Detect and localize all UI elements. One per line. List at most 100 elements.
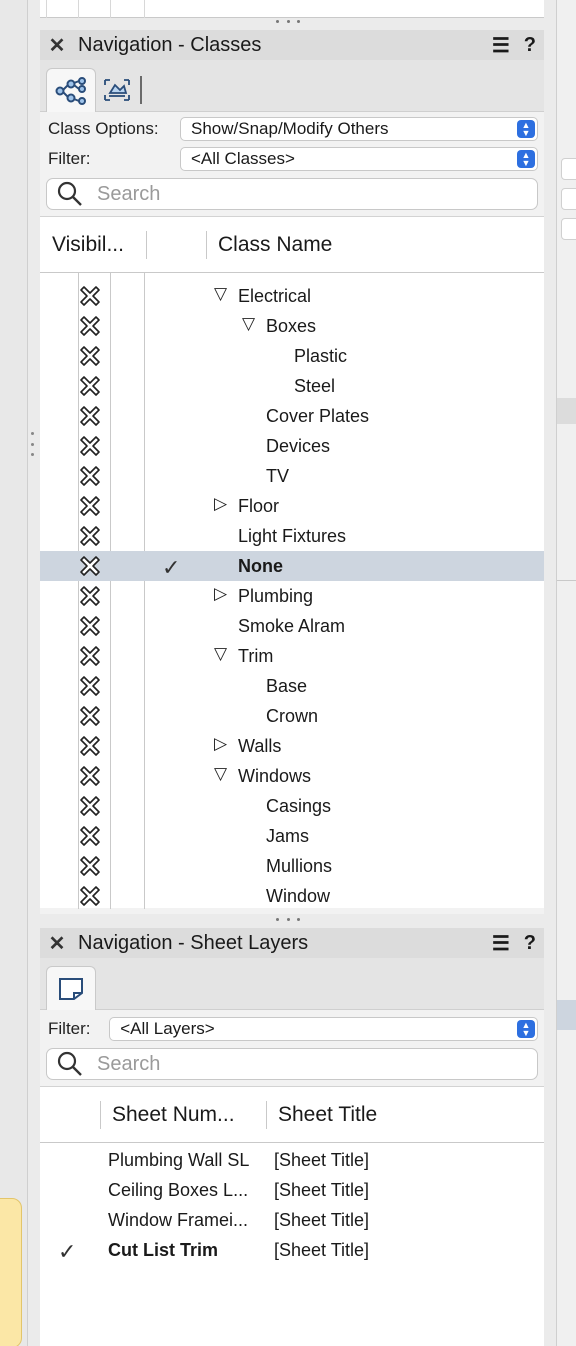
- menu-icon[interactable]: ☰: [492, 931, 510, 956]
- visibility-icon[interactable]: [79, 855, 101, 877]
- class-row[interactable]: Light Fixtures: [40, 521, 544, 551]
- class-row[interactable]: ✓ None: [40, 551, 544, 581]
- class-filter-value: <All Classes>: [191, 149, 295, 168]
- visibility-icon[interactable]: [79, 825, 101, 847]
- class-name: None: [238, 556, 283, 576]
- class-row[interactable]: TV: [40, 461, 544, 491]
- class-row[interactable]: ▷ Floor: [40, 491, 544, 521]
- class-row[interactable]: ▽ Trim: [40, 641, 544, 671]
- class-row[interactable]: Steel: [40, 371, 544, 401]
- class-name: Walls: [238, 736, 282, 756]
- sheet-layers-panel: ✕ Navigation - Sheet Layers ☰ ? Filter: …: [40, 928, 544, 1346]
- class-filter-row: Filter: <All Classes> ▲ ▼: [40, 144, 544, 174]
- class-name-column-header[interactable]: Class Name: [218, 233, 332, 257]
- class-options-value: Show/Snap/Modify Others: [191, 119, 389, 138]
- previous-panel-stub: [40, 0, 544, 18]
- class-row[interactable]: Smoke Alram: [40, 611, 544, 641]
- sheet-table: Sheet Num... Sheet Title Plumbing Wall S…: [40, 1086, 544, 1346]
- class-row[interactable]: Base: [40, 671, 544, 701]
- class-options-select[interactable]: Show/Snap/Modify Others ▲ ▼: [180, 117, 538, 141]
- class-row[interactable]: Mullions: [40, 851, 544, 881]
- class-options-label: Class Options:: [48, 119, 159, 138]
- filter-label: Filter:: [48, 149, 91, 168]
- help-icon[interactable]: ?: [524, 932, 536, 955]
- class-row[interactable]: ▽ Boxes: [40, 311, 544, 341]
- class-row[interactable]: Casings: [40, 791, 544, 821]
- visibility-icon[interactable]: [79, 405, 101, 427]
- close-icon[interactable]: ✕: [48, 33, 66, 58]
- sheet-row[interactable]: Plumbing Wall SL [Sheet Title]: [40, 1145, 544, 1175]
- disclosure-expanded-icon[interactable]: ▽: [214, 644, 227, 664]
- sheet-title-column-header[interactable]: Sheet Title: [278, 1103, 377, 1127]
- disclosure-collapsed-icon[interactable]: ▷: [214, 734, 227, 754]
- disclosure-expanded-icon[interactable]: ▽: [214, 764, 227, 784]
- disclosure-expanded-icon[interactable]: ▽: [214, 284, 227, 304]
- visibility-icon[interactable]: [79, 495, 101, 517]
- visibility-icon[interactable]: [79, 705, 101, 727]
- sheet-row[interactable]: ✓ Cut List Trim [Sheet Title]: [40, 1235, 544, 1265]
- close-icon[interactable]: ✕: [48, 931, 66, 956]
- left-resize-grip[interactable]: [31, 432, 35, 456]
- disclosure-expanded-icon[interactable]: ▽: [242, 314, 255, 334]
- class-name: Base: [266, 676, 308, 696]
- class-row[interactable]: Plastic: [40, 341, 544, 371]
- check-icon: ✓: [58, 1239, 77, 1264]
- panel-resize-grip-middle[interactable]: [276, 918, 300, 922]
- visibility-icon[interactable]: [79, 465, 101, 487]
- sheet-layer-icon: [59, 977, 83, 1000]
- class-row[interactable]: Jams: [40, 821, 544, 851]
- class-row[interactable]: ▷ Walls: [40, 731, 544, 761]
- sheet-row[interactable]: Ceiling Boxes L... [Sheet Title]: [40, 1175, 544, 1205]
- class-hierarchy-tab[interactable]: [46, 68, 96, 112]
- sheet-layer-tab[interactable]: [46, 966, 96, 1010]
- chevron-updown-icon: ▲ ▼: [517, 120, 535, 138]
- class-search-input[interactable]: Search: [46, 178, 538, 210]
- visibility-icon[interactable]: [79, 735, 101, 757]
- class-table-header: Visibil... Class Name: [40, 217, 544, 273]
- class-row[interactable]: ▷ Plumbing: [40, 581, 544, 611]
- visibility-icon[interactable]: [79, 525, 101, 547]
- visibility-icon[interactable]: [79, 345, 101, 367]
- sheet-row[interactable]: Window Framei... [Sheet Title]: [40, 1205, 544, 1235]
- sheet-number-column-header[interactable]: Sheet Num...: [112, 1103, 235, 1127]
- visibility-icon[interactable]: [79, 765, 101, 787]
- help-icon[interactable]: ?: [524, 34, 536, 57]
- sheet-number: Cut List Trim: [108, 1240, 219, 1260]
- class-row[interactable]: ▽ Electrical: [40, 281, 544, 311]
- visibility-icon[interactable]: [79, 375, 101, 397]
- sheet-title: [Sheet Title]: [274, 1210, 370, 1230]
- class-row[interactable]: Window: [40, 881, 544, 909]
- visibility-icon[interactable]: [79, 885, 101, 907]
- search-placeholder: Search: [97, 182, 161, 205]
- class-row[interactable]: Crown: [40, 701, 544, 731]
- check-icon: ✓: [162, 555, 181, 580]
- visibility-icon[interactable]: [79, 555, 101, 577]
- panel-resize-grip-top[interactable]: [276, 20, 300, 24]
- visibility-icon[interactable]: [79, 315, 101, 337]
- class-thumbnail-tab[interactable]: [92, 68, 142, 112]
- sheet-search-input[interactable]: Search: [46, 1048, 538, 1080]
- sheet-filter-select[interactable]: <All Layers> ▲ ▼: [109, 1017, 538, 1041]
- class-row[interactable]: Cover Plates: [40, 401, 544, 431]
- visibility-icon[interactable]: [79, 645, 101, 667]
- sheet-table-header: Sheet Num... Sheet Title: [40, 1087, 544, 1143]
- class-name: Plastic: [294, 346, 348, 366]
- class-row[interactable]: ▽ Windows: [40, 761, 544, 791]
- visibility-icon[interactable]: [79, 795, 101, 817]
- visibility-column-header[interactable]: Visibil...: [52, 233, 124, 257]
- class-name: Boxes: [266, 316, 317, 336]
- search-placeholder: Search: [97, 1052, 161, 1075]
- class-filter-select[interactable]: <All Classes> ▲ ▼: [180, 147, 538, 171]
- class-name: Floor: [238, 496, 280, 516]
- sticky-note[interactable]: [0, 1198, 22, 1346]
- menu-icon[interactable]: ☰: [492, 33, 510, 58]
- visibility-icon[interactable]: [79, 675, 101, 697]
- visibility-icon[interactable]: [79, 285, 101, 307]
- visibility-icon[interactable]: [79, 615, 101, 637]
- visibility-icon[interactable]: [79, 435, 101, 457]
- toolbar-separator: [140, 76, 142, 104]
- visibility-icon[interactable]: [79, 585, 101, 607]
- disclosure-collapsed-icon[interactable]: ▷: [214, 494, 227, 514]
- disclosure-collapsed-icon[interactable]: ▷: [214, 584, 227, 604]
- class-row[interactable]: Devices: [40, 431, 544, 461]
